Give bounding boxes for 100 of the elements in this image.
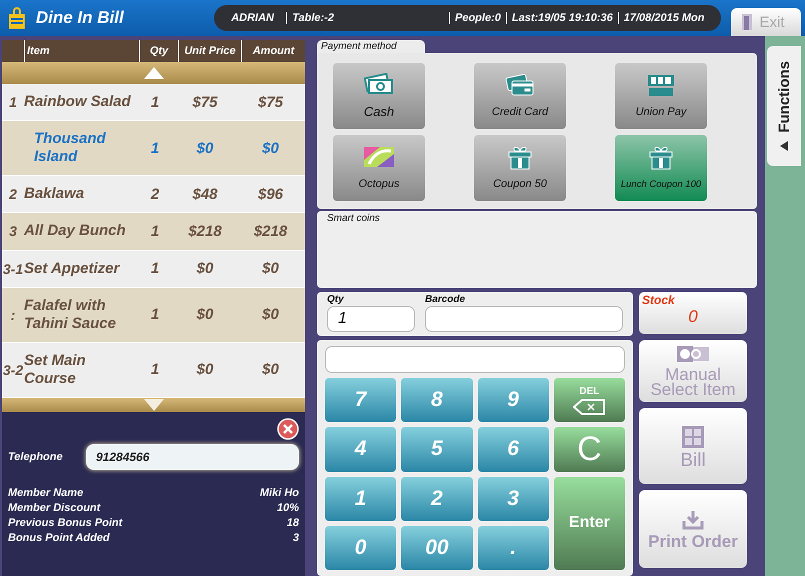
- download-icon: [682, 510, 704, 530]
- backspace-icon: [573, 398, 606, 415]
- telephone-label: Telephone: [8, 451, 64, 463]
- qty-cell: 1: [150, 140, 160, 157]
- detail-label: Member Name: [8, 486, 84, 501]
- item-name: Falafel with Tahini Sauce: [24, 296, 117, 333]
- payment-button[interactable]: Coupon 50: [474, 135, 566, 201]
- payment-button[interactable]: Octopus: [333, 135, 425, 201]
- bill-button[interactable]: Bill: [639, 408, 747, 484]
- detail-value: 3: [292, 531, 299, 546]
- number-key[interactable]: 0: [325, 526, 396, 570]
- stock-label: Stock: [642, 293, 676, 307]
- row-number: 1: [9, 94, 17, 110]
- qty-cell: 1: [150, 260, 160, 278]
- functions-tab[interactable]: Functions: [767, 46, 801, 166]
- qty-cell: 1: [150, 306, 160, 324]
- money-icon: [675, 345, 711, 363]
- item-name: Baklawa: [24, 185, 84, 204]
- down-triangle-icon: [144, 399, 164, 411]
- amount-cell: $0: [262, 306, 279, 324]
- status-text: Last:19/05 19:10:36: [506, 12, 618, 24]
- detail-value: 10%: [276, 501, 299, 516]
- qty-field[interactable]: 1: [327, 306, 415, 332]
- scroll-down-button[interactable]: [2, 398, 305, 412]
- detail-label: Bonus Point Added: [8, 531, 110, 546]
- print-order-button[interactable]: Print Order: [639, 490, 747, 568]
- item-name: Thousand Island: [33, 130, 107, 166]
- stock-value: 0: [688, 307, 698, 327]
- detail-label: Member Discount: [8, 501, 100, 516]
- payment-button[interactable]: Cash: [333, 63, 425, 129]
- qty-cell: 1: [150, 222, 160, 240]
- unit-price-cell: $0: [196, 306, 214, 324]
- order-row[interactable]: Thousand Island 1 $0 $0: [2, 121, 305, 176]
- close-icon[interactable]: [277, 418, 299, 440]
- barcode-field[interactable]: [425, 306, 623, 332]
- input-field[interactable]: [325, 346, 625, 373]
- scroll-up-button[interactable]: [2, 62, 305, 84]
- row-number: 3-2: [2, 362, 24, 378]
- number-key[interactable]: 8: [401, 378, 472, 422]
- row-number: 2: [9, 186, 17, 202]
- telephone-field[interactable]: 91284566: [86, 444, 299, 470]
- unit-price-cell: $0: [196, 361, 214, 378]
- order-row[interactable]: 2 Baklawa 2 $48 $96: [2, 176, 305, 214]
- order-row[interactable]: 3 All Day Bunch 1 $218 $218: [2, 213, 305, 251]
- status-text: People:0: [449, 12, 506, 24]
- gift-icon: [507, 146, 533, 170]
- number-key[interactable]: 4: [325, 427, 396, 472]
- amount-cell: $75: [258, 94, 284, 111]
- item-name: Set Main Course: [24, 352, 87, 388]
- enter-key[interactable]: Enter: [554, 476, 625, 570]
- payment-button[interactable]: Lunch Coupon 100: [615, 135, 707, 201]
- qty-cell: 2: [150, 186, 160, 203]
- status-text: ADRIAN: [230, 12, 275, 24]
- payment-button[interactable]: Credit Card: [474, 63, 566, 129]
- item-name: All Day Bunch: [24, 222, 126, 240]
- logo-icon: [646, 74, 676, 98]
- clear-key[interactable]: C: [554, 427, 625, 472]
- number-key[interactable]: 3: [478, 476, 549, 521]
- order-row[interactable]: 3-1Set Appetizer 1 $0 $0: [2, 250, 305, 288]
- number-key[interactable]: 2: [401, 476, 472, 521]
- bag-icon: [8, 6, 26, 30]
- unit-price-cell: $48: [192, 186, 218, 203]
- number-key[interactable]: 7: [325, 378, 396, 422]
- number-key[interactable]: 5: [401, 427, 472, 472]
- order-row[interactable]: 1 Rainbow Salad 1 $75 $75: [2, 84, 305, 122]
- detail-value: Miki Ho: [260, 486, 299, 501]
- row-number: :: [10, 306, 16, 323]
- door-icon: [741, 13, 754, 31]
- qty-label: Qty: [327, 294, 345, 305]
- number-key[interactable]: 6: [478, 427, 549, 472]
- barcode-label: Barcode: [425, 294, 466, 305]
- status-text: Table:-2: [286, 12, 449, 24]
- qty-cell: 1: [150, 361, 160, 378]
- number-key[interactable]: 1: [325, 476, 396, 521]
- unit-price-cell: $218: [188, 222, 222, 240]
- status-text: 17/08/2015 Mon: [618, 12, 710, 24]
- delete-key[interactable]: DEL: [554, 378, 625, 422]
- smart-coins-label: Smart coins: [327, 213, 380, 224]
- colorful-card-icon: [363, 146, 395, 168]
- number-key[interactable]: 9: [478, 378, 549, 422]
- row-number: 3-1: [2, 260, 24, 277]
- exit-button[interactable]: Exit: [731, 8, 801, 36]
- row-number: 3: [9, 223, 17, 240]
- item-name: Rainbow Salad: [24, 93, 131, 112]
- amount-cell: $0: [262, 260, 279, 278]
- amount-cell: $0: [262, 361, 279, 378]
- payment-button[interactable]: Union Pay: [615, 63, 707, 129]
- detail-value: 18: [286, 516, 299, 531]
- unit-price-cell: $0: [196, 260, 214, 278]
- amount-cell: $218: [254, 222, 288, 240]
- gift-icon: [648, 146, 674, 170]
- up-triangle-icon: [144, 67, 164, 79]
- amount-cell: $0: [262, 140, 279, 157]
- banknote-icon: [364, 73, 394, 96]
- number-key[interactable]: 00: [401, 526, 472, 570]
- grid-icon: [681, 424, 705, 448]
- number-key[interactable]: .: [478, 526, 549, 570]
- detail-label: Previous Bonus Point: [8, 516, 122, 531]
- manual-select-button[interactable]: Manual Select Item: [639, 340, 747, 402]
- unit-price-cell: $75: [192, 94, 218, 111]
